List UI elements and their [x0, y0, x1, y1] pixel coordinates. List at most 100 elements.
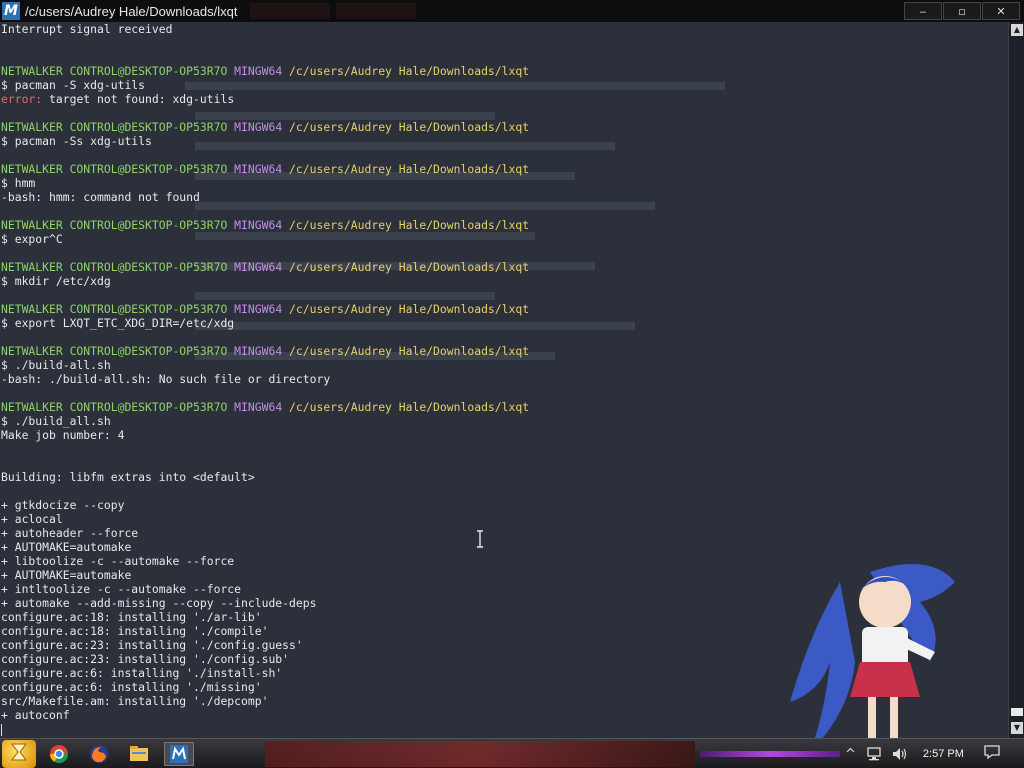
mintty-app-icon[interactable]: M: [2, 2, 20, 20]
terminal-line: $ pacman -Ss xdg-utils: [1, 134, 529, 148]
terminal-line-text: configure.ac:23: installing './config.gu…: [1, 638, 303, 652]
terminal-line: + AUTOMAKE=automake: [1, 568, 529, 582]
terminal-line: $ ./build-all.sh: [1, 358, 529, 372]
notification-center-icon[interactable]: [984, 745, 1000, 759]
terminal-line-text: /c/users/Audrey Hale/Downloads/lxqt: [289, 344, 530, 358]
terminal-line-text: $ mkdir /etc/xdg: [1, 274, 111, 288]
background-window-tabs: [250, 3, 416, 19]
terminal-line: $ expor^C: [1, 232, 529, 246]
terminal-line-text: MINGW64: [234, 120, 290, 134]
taskbar-clock[interactable]: 2:57 PM: [923, 748, 964, 760]
start-button[interactable]: [2, 740, 36, 768]
desktop: M /c/users/Audrey Hale/Downloads/lxqt ‒ …: [0, 0, 1024, 768]
terminal-line-text: $ ./build-all.sh: [1, 358, 111, 372]
terminal-line-text: Building: libfm extras into <default>: [1, 470, 255, 484]
terminal-line-text: NETWALKER CONTROL@DESKTOP-OP53R7O: [1, 162, 235, 176]
terminal-line-text: MINGW64: [234, 302, 290, 316]
terminal-line: Interrupt signal received: [1, 22, 529, 36]
firefox-taskbar-button[interactable]: [84, 742, 114, 766]
terminal-line-text: /c/users/Audrey Hale/Downloads/lxqt: [289, 64, 530, 78]
terminal-line: + libtoolize -c --automake --force: [1, 554, 529, 568]
firefox-icon: [90, 745, 108, 763]
terminal-line-text: + gtkdocize --copy: [1, 498, 125, 512]
terminal-input-line[interactable]: [1, 722, 529, 736]
scrollbar-thumb[interactable]: [1011, 708, 1023, 716]
terminal-caret: [1, 723, 2, 736]
vertical-scrollbar[interactable]: ▲ ▼: [1008, 22, 1024, 738]
terminal-line-text: + AUTOMAKE=automake: [1, 568, 132, 582]
terminal-line-text: configure.ac:6: installing './missing': [1, 680, 262, 694]
terminal-line: $ pacman -S xdg-utils: [1, 78, 529, 92]
terminal-line-text: configure.ac:18: installing './compile': [1, 624, 269, 638]
terminal-line-text: NETWALKER CONTROL@DESKTOP-OP53R7O: [1, 64, 235, 78]
terminal-line-text: -bash: ./build-all.sh: No such file or d…: [1, 372, 331, 386]
window-title: /c/users/Audrey Hale/Downloads/lxqt: [25, 3, 238, 19]
terminal-line-text: /c/users/Audrey Hale/Downloads/lxqt: [289, 120, 530, 134]
terminal-line-text: error:: [1, 92, 43, 106]
terminal-line: + automake --add-missing --copy --includ…: [1, 596, 529, 610]
background-tab: [250, 3, 330, 19]
terminal-line: configure.ac:6: installing './missing': [1, 680, 529, 694]
terminal-line-text: NETWALKER CONTROL@DESKTOP-OP53R7O: [1, 344, 235, 358]
terminal-line: + intltoolize -c --automake --force: [1, 582, 529, 596]
terminal-line: configure.ac:18: installing './ar-lib': [1, 610, 529, 624]
terminal-line: $ ./build_all.sh: [1, 414, 529, 428]
mintty-icon: [170, 745, 188, 763]
terminal-line-text: + automake --add-missing --copy --includ…: [1, 596, 317, 610]
chrome-taskbar-button[interactable]: [44, 742, 74, 766]
terminal-line-text: /c/users/Audrey Hale/Downloads/lxqt: [289, 302, 530, 316]
window-controls: ‒ ▫ ✕: [903, 2, 1020, 20]
terminal-line-text: NETWALKER CONTROL@DESKTOP-OP53R7O: [1, 260, 235, 274]
terminal-line-text: NETWALKER CONTROL@DESKTOP-OP53R7O: [1, 400, 235, 414]
terminal-line-text: /c/users/Audrey Hale/Downloads/lxqt: [289, 400, 530, 414]
terminal-line: + AUTOMAKE=automake: [1, 540, 529, 554]
terminal-line: NETWALKER CONTROL@DESKTOP-OP53R7O MINGW6…: [1, 400, 529, 414]
scroll-up-arrow-icon[interactable]: ▲: [1011, 24, 1023, 36]
terminal-line-text: /c/users/Audrey Hale/Downloads/lxqt: [289, 162, 530, 176]
network-icon[interactable]: [866, 747, 882, 761]
terminal-line-text: MINGW64: [234, 162, 290, 176]
terminal-line-text: target not found: xdg-utils: [42, 92, 235, 106]
terminal-line: Make job number: 4: [1, 428, 529, 442]
anime-character-image: [790, 564, 955, 738]
text-cursor-ibeam-icon: [477, 530, 483, 548]
file-explorer-taskbar-button[interactable]: [124, 742, 154, 766]
terminal-line-text: + libtoolize -c --automake --force: [1, 554, 235, 568]
terminal-line: NETWALKER CONTROL@DESKTOP-OP53R7O MINGW6…: [1, 302, 529, 316]
scroll-down-arrow-icon[interactable]: ▼: [1011, 722, 1023, 734]
terminal-line: error: target not found: xdg-utils: [1, 92, 529, 106]
terminal-line: Building: libfm extras into <default>: [1, 470, 529, 484]
chrome-icon: [50, 745, 68, 764]
maximize-button[interactable]: ▫: [943, 2, 981, 20]
taskbar-wallpaper-decoration: [265, 741, 695, 767]
terminal-line: NETWALKER CONTROL@DESKTOP-OP53R7O MINGW6…: [1, 64, 529, 78]
show-hidden-icons-chevron-icon[interactable]: ^: [845, 747, 856, 762]
window-titlebar[interactable]: M /c/users/Audrey Hale/Downloads/lxqt ‒ …: [0, 0, 1024, 23]
terminal-line-text: $ hmm: [1, 176, 36, 190]
minimize-button[interactable]: ‒: [904, 2, 942, 20]
background-tab: [336, 3, 416, 19]
terminal-line: $ hmm: [1, 176, 529, 190]
terminal-line: NETWALKER CONTROL@DESKTOP-OP53R7O MINGW6…: [1, 162, 529, 176]
mintty-taskbar-button[interactable]: [164, 742, 194, 766]
terminal-line-text: NETWALKER CONTROL@DESKTOP-OP53R7O: [1, 302, 235, 316]
terminal-line-text: /c/users/Audrey Hale/Downloads/lxqt: [289, 218, 530, 232]
terminal-line-text: configure.ac:18: installing './ar-lib': [1, 610, 262, 624]
terminal-line-text: Interrupt signal received: [1, 22, 173, 36]
volume-icon[interactable]: [892, 747, 908, 761]
terminal-line: $ mkdir /etc/xdg: [1, 274, 529, 288]
terminal-output[interactable]: Interrupt signal received NETWALKER CONTR…: [0, 22, 1008, 738]
terminal-line: configure.ac:23: installing './config.gu…: [1, 638, 529, 652]
terminal-line-text: $ expor^C: [1, 232, 63, 246]
terminal-line-text: /c/users/Audrey Hale/Downloads/lxqt: [289, 260, 530, 274]
close-button[interactable]: ✕: [982, 2, 1020, 20]
terminal-line: NETWALKER CONTROL@DESKTOP-OP53R7O MINGW6…: [1, 344, 529, 358]
